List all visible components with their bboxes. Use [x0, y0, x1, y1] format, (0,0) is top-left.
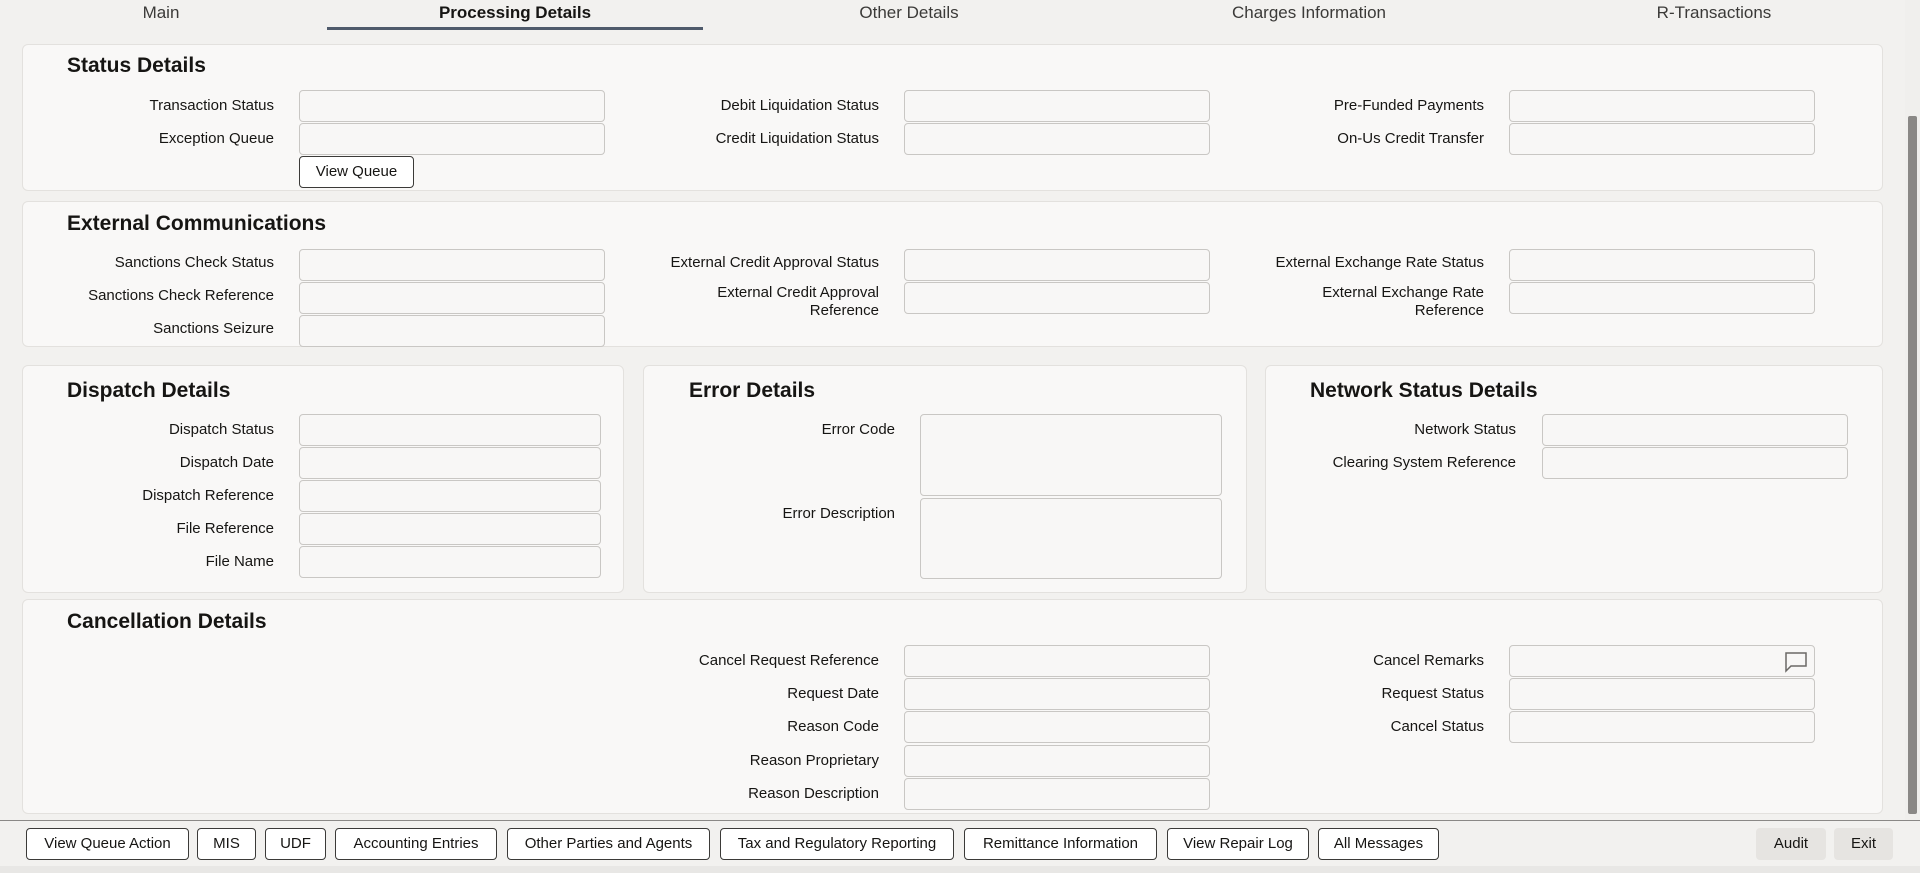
debit-liquidation-status-field[interactable] [904, 90, 1210, 122]
view-queue-button[interactable]: View Queue [299, 156, 414, 188]
request-date-field[interactable] [904, 678, 1210, 710]
tab-charges-information[interactable]: Charges Information [1170, 0, 1448, 30]
label: Clearing System Reference [1332, 454, 1516, 471]
tax-and-regulatory-reporting-button[interactable]: Tax and Regulatory Reporting [720, 828, 954, 860]
label: Sanctions Check Status [114, 254, 274, 271]
other-parties-and-agents-button[interactable]: Other Parties and Agents [507, 828, 710, 860]
network-status-field[interactable] [1542, 414, 1848, 446]
label: Error Description [782, 505, 895, 522]
pre-funded-payments-field[interactable] [1509, 90, 1815, 122]
label: Dispatch Reference [142, 487, 274, 504]
dispatch-status-field[interactable] [299, 414, 601, 446]
label: Dispatch Status [168, 421, 274, 438]
dispatch-reference-field[interactable] [299, 480, 601, 512]
tab-r-transactions[interactable]: R-Transactions [1575, 0, 1853, 30]
label: Request Status [1381, 685, 1484, 702]
section-title: Network Status Details [1310, 379, 1538, 402]
section-title: Cancellation Details [67, 610, 267, 633]
label-line: Reference [809, 302, 879, 319]
label: Sanctions Seizure [153, 320, 274, 337]
label: Sanctions Check Reference [88, 287, 274, 304]
comment-icon[interactable] [1784, 651, 1808, 673]
label: External Exchange Rate Reference [1200, 284, 1484, 320]
label: On-Us Credit Transfer [1337, 130, 1484, 147]
label: Cancel Request Reference [698, 652, 879, 669]
section-title: External Communications [67, 212, 327, 235]
view-queue-action-button[interactable]: View Queue Action [26, 828, 189, 860]
label: File Reference [176, 520, 274, 537]
sanctions-seizure-field[interactable] [299, 315, 605, 347]
reason-description-field[interactable] [904, 778, 1210, 810]
label: Cancel Remarks [1373, 652, 1484, 669]
label: External Credit Approval Reference [600, 284, 879, 320]
label: Network Status [1414, 421, 1516, 438]
scrollbar[interactable] [1905, 0, 1920, 820]
label: Reason Proprietary [749, 752, 879, 769]
accounting-entries-button[interactable]: Accounting Entries [335, 828, 497, 860]
label: Transaction Status [149, 97, 274, 114]
label: Reason Code [787, 718, 879, 735]
clearing-system-reference-field[interactable] [1542, 447, 1848, 479]
all-messages-button[interactable]: All Messages [1318, 828, 1439, 860]
tab-processing-details[interactable]: Processing Details [327, 0, 703, 30]
section-title: Dispatch Details [67, 379, 231, 402]
cancel-status-field[interactable] [1509, 711, 1815, 743]
external-credit-approval-reference-field[interactable] [904, 282, 1210, 314]
label: Credit Liquidation Status [715, 130, 879, 147]
view-repair-log-button[interactable]: View Repair Log [1167, 828, 1309, 860]
label: Error Code [821, 421, 895, 438]
dispatch-date-field[interactable] [299, 447, 601, 479]
error-code-textarea[interactable] [920, 414, 1222, 496]
reason-code-field[interactable] [904, 711, 1210, 743]
mis-button[interactable]: MIS [197, 828, 256, 860]
footer-divider [0, 820, 1920, 821]
tab-other-details[interactable]: Other Details [770, 0, 1048, 30]
label-line: External Exchange Rate [1322, 284, 1484, 301]
audit-button[interactable]: Audit [1756, 828, 1826, 860]
exit-button[interactable]: Exit [1834, 828, 1893, 860]
label-line: Reference [1414, 302, 1484, 319]
label: Pre-Funded Payments [1333, 97, 1484, 114]
sanctions-check-status-field[interactable] [299, 249, 605, 281]
tab-main[interactable]: Main [60, 0, 262, 30]
request-status-field[interactable] [1509, 678, 1815, 710]
label: External Exchange Rate Status [1275, 254, 1484, 271]
section-title: Error Details [689, 379, 816, 402]
credit-liquidation-status-field[interactable] [904, 123, 1210, 155]
file-name-field[interactable] [299, 546, 601, 578]
file-reference-field[interactable] [299, 513, 601, 545]
label: Cancel Status [1390, 718, 1484, 735]
reason-proprietary-field[interactable] [904, 745, 1210, 777]
cancel-remarks-field[interactable] [1509, 645, 1815, 677]
cancel-request-reference-field[interactable] [904, 645, 1210, 677]
label: Reason Description [748, 785, 879, 802]
label: File Name [205, 553, 274, 570]
on-us-credit-transfer-field[interactable] [1509, 123, 1815, 155]
external-exchange-rate-status-field[interactable] [1509, 249, 1815, 281]
label: Request Date [787, 685, 879, 702]
scrollbar-thumb[interactable] [1908, 116, 1917, 814]
error-description-textarea[interactable] [920, 498, 1222, 579]
sanctions-check-reference-field[interactable] [299, 282, 605, 314]
exception-queue-field[interactable] [299, 123, 605, 155]
remittance-information-button[interactable]: Remittance Information [964, 828, 1157, 860]
external-exchange-rate-reference-field[interactable] [1509, 282, 1815, 314]
label: External Credit Approval Status [670, 254, 879, 271]
bottom-strip [0, 866, 1920, 873]
label-line: External Credit Approval [717, 284, 879, 301]
udf-button[interactable]: UDF [265, 828, 326, 860]
section-title: Status Details [67, 54, 206, 77]
external-credit-approval-status-field[interactable] [904, 249, 1210, 281]
label: Debit Liquidation Status [720, 97, 879, 114]
label: Dispatch Date [179, 454, 274, 471]
label: Exception Queue [158, 130, 274, 147]
transaction-status-field[interactable] [299, 90, 605, 122]
